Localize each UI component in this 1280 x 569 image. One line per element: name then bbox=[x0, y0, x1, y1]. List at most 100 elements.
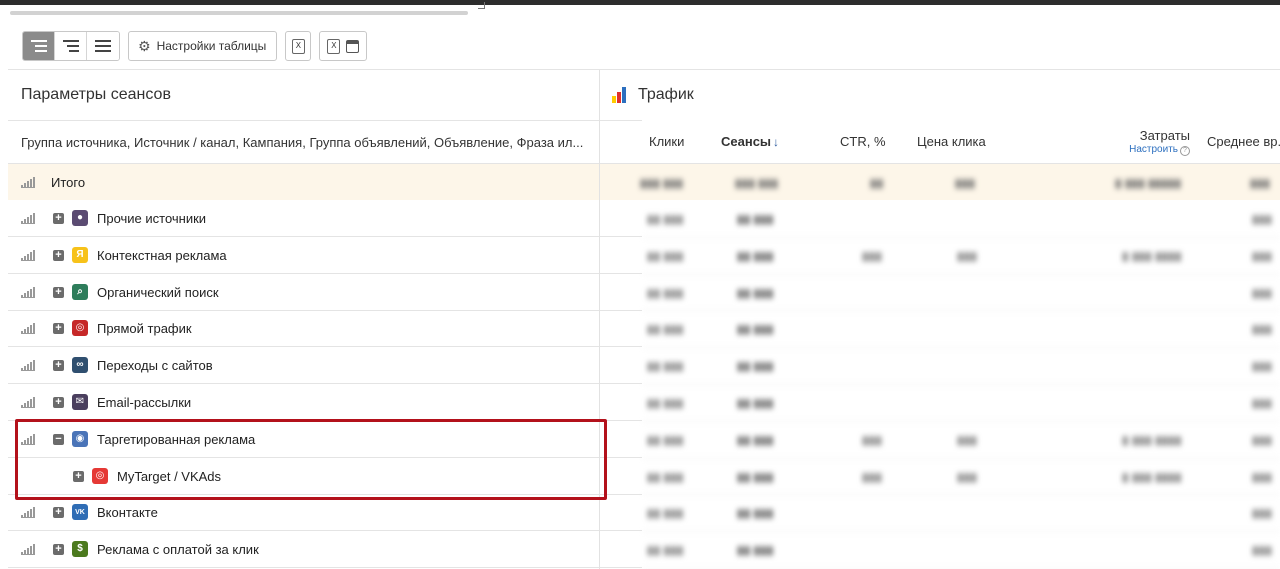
metrics-values-blurred: ▮▮ ▮▮▮ ▮▮ ▮▮▮ ▮▮▮ ▮▮ ▮▮▮ ▮▮ ▮▮▮ ▮▮▮ ▮▮▮ ▮ ▮▮▮ ▮… bbox=[642, 200, 1280, 569]
resize-handle[interactable] bbox=[478, 2, 485, 9]
gear-icon: ⚙ bbox=[138, 38, 151, 54]
blurred-value: ▮▮ ▮▮▮ bbox=[737, 212, 774, 226]
blurred-value: ▮▮ ▮▮▮ bbox=[647, 433, 684, 447]
col-cpc[interactable]: Цена клика bbox=[917, 134, 986, 149]
blurred-value: ▮▮ ▮▮▮ bbox=[647, 249, 684, 263]
sort-desc-icon: ↓ bbox=[773, 135, 780, 149]
expand-icon[interactable]: + bbox=[53, 544, 64, 555]
row-label[interactable]: Переходы с сайтов bbox=[97, 358, 213, 373]
blurred-value: ▮▮▮ bbox=[862, 433, 882, 447]
export-excel-button[interactable]: X bbox=[285, 31, 312, 61]
row-label[interactable]: Прочие источники bbox=[97, 211, 206, 226]
calendar-icon bbox=[346, 39, 360, 53]
blurred-value: ▮▮ ▮▮▮ bbox=[737, 322, 774, 336]
help-icon[interactable]: ? bbox=[1180, 146, 1190, 156]
other-sources-icon: ● bbox=[72, 210, 88, 226]
table-row[interactable]: + ◎ Прямой трафик bbox=[8, 310, 642, 347]
chart-icon[interactable] bbox=[21, 544, 35, 555]
row-label[interactable]: Email-рассылки bbox=[97, 395, 191, 410]
vk-icon: VK bbox=[72, 504, 88, 520]
table-settings-button[interactable]: ⚙ Настройки таблицы bbox=[128, 31, 278, 61]
blurred-value: ▮▮ ▮▮▮ bbox=[737, 396, 774, 410]
col-costs-label: Затраты bbox=[1139, 128, 1190, 143]
blurred-value: ▮▮▮ bbox=[957, 249, 977, 263]
blurred-value: ▮▮▮ bbox=[1252, 506, 1272, 520]
blurred-value: ▮▮▮ bbox=[1252, 212, 1272, 226]
chart-icon[interactable] bbox=[21, 213, 35, 224]
session-params-title: Параметры сеансов bbox=[21, 86, 171, 103]
costs-configure-link[interactable]: Настроить? bbox=[1100, 144, 1190, 156]
row-divider bbox=[8, 567, 642, 568]
col-costs[interactable]: Затраты Настроить? bbox=[1100, 128, 1190, 156]
blurred-value: ▮▮ ▮▮▮ bbox=[647, 396, 684, 410]
view-mode-group bbox=[22, 31, 120, 61]
row-divider bbox=[642, 531, 1280, 532]
expand-icon[interactable]: + bbox=[53, 507, 64, 518]
blurred-value: ▮▮ ▮▮▮ bbox=[737, 506, 774, 520]
blurred-value: ▮▮ ▮▮▮ bbox=[737, 470, 774, 484]
col-sessions[interactable]: Сеансы ↓ bbox=[721, 134, 779, 149]
traffic-title-text: Трафик bbox=[638, 86, 694, 103]
row-divider bbox=[642, 384, 1280, 385]
blurred-value: ▮▮ ▮▮▮ bbox=[647, 322, 684, 336]
row-label[interactable]: Прямой трафик bbox=[97, 321, 192, 336]
chart-icon[interactable] bbox=[21, 507, 35, 518]
direct-icon: ◎ bbox=[72, 320, 88, 336]
nested-view-icon bbox=[62, 40, 79, 52]
scheduled-export-button[interactable]: X bbox=[319, 31, 368, 61]
blurred-value: ▮▮ ▮▮▮ bbox=[647, 543, 684, 557]
table-toolbar: ⚙ Настройки таблицы X X bbox=[22, 31, 368, 61]
expand-icon[interactable]: + bbox=[53, 397, 64, 408]
blurred-value: ▮▮ ▮▮▮ bbox=[737, 249, 774, 263]
blurred-value: ▮ ▮▮▮ ▮▮▮▮ bbox=[1122, 249, 1182, 263]
blurred-value: ▮▮▮ bbox=[957, 470, 977, 484]
chart-icon[interactable] bbox=[21, 250, 35, 261]
blurred-value: ▮▮▮ bbox=[1252, 359, 1272, 373]
chart-icon[interactable] bbox=[21, 287, 35, 298]
chart-icon[interactable] bbox=[21, 397, 35, 408]
chart-icon[interactable] bbox=[21, 360, 35, 371]
expand-icon[interactable]: + bbox=[53, 250, 64, 261]
horizontal-scrollbar[interactable] bbox=[10, 11, 468, 15]
expand-icon[interactable]: + bbox=[53, 323, 64, 334]
row-label[interactable]: Вконтакте bbox=[97, 505, 158, 520]
table-row[interactable]: + ⌕ Органический поиск bbox=[8, 274, 642, 311]
blurred-value: ▮▮ ▮▮▮ bbox=[737, 543, 774, 557]
table-row[interactable]: + Я Контекстная реклама bbox=[8, 237, 642, 274]
blurred-value: ▮▮ ▮▮▮ bbox=[647, 359, 684, 373]
row-label[interactable]: Органический поиск bbox=[97, 285, 219, 300]
col-avg-time[interactable]: Среднее вр... bbox=[1207, 134, 1280, 149]
col-sessions-label: Сеансы bbox=[721, 134, 772, 149]
blurred-value: ▮▮▮ bbox=[1252, 396, 1272, 410]
flat-view-button[interactable] bbox=[87, 32, 119, 60]
row-divider bbox=[642, 237, 1280, 238]
row-divider bbox=[642, 310, 1280, 311]
blurred-value: ▮▮ ▮▮▮ bbox=[647, 506, 684, 520]
blurred-value: ▮▮▮ bbox=[862, 470, 882, 484]
col-clicks[interactable]: Клики bbox=[649, 134, 684, 149]
expand-icon[interactable]: + bbox=[53, 360, 64, 371]
expand-icon[interactable]: + bbox=[53, 287, 64, 298]
table-row[interactable]: + $ Реклама с оплатой за клик bbox=[8, 531, 642, 568]
chart-icon[interactable] bbox=[21, 323, 35, 334]
blurred-value: ▮▮▮ bbox=[1252, 322, 1272, 336]
blurred-value: ▮▮▮ bbox=[1252, 433, 1272, 447]
table-row[interactable]: + ● Прочие источники bbox=[8, 200, 642, 237]
flat-view-icon bbox=[95, 40, 111, 52]
table-row[interactable]: + ∞ Переходы с сайтов bbox=[8, 347, 642, 384]
row-divider bbox=[642, 421, 1280, 422]
blurred-value: ▮▮ ▮▮▮ bbox=[737, 359, 774, 373]
total-label: Итого bbox=[51, 175, 86, 190]
expand-icon[interactable]: + bbox=[53, 213, 64, 224]
highlight-frame bbox=[15, 419, 607, 500]
table-row[interactable]: + ✉ Email-рассылки bbox=[8, 384, 642, 421]
chart-icon[interactable] bbox=[21, 177, 35, 188]
col-ctr[interactable]: CTR, % bbox=[840, 134, 886, 149]
blurred-value: ▮▮▮ bbox=[957, 433, 977, 447]
nested-view-button[interactable] bbox=[55, 32, 87, 60]
row-label[interactable]: Реклама с оплатой за клик bbox=[97, 542, 259, 557]
row-label[interactable]: Контекстная реклама bbox=[97, 248, 227, 263]
dimensions-selector[interactable]: Группа источника, Источник / канал, Камп… bbox=[21, 135, 583, 150]
tree-view-button[interactable] bbox=[23, 32, 55, 60]
ppc-icon: $ bbox=[72, 541, 88, 557]
